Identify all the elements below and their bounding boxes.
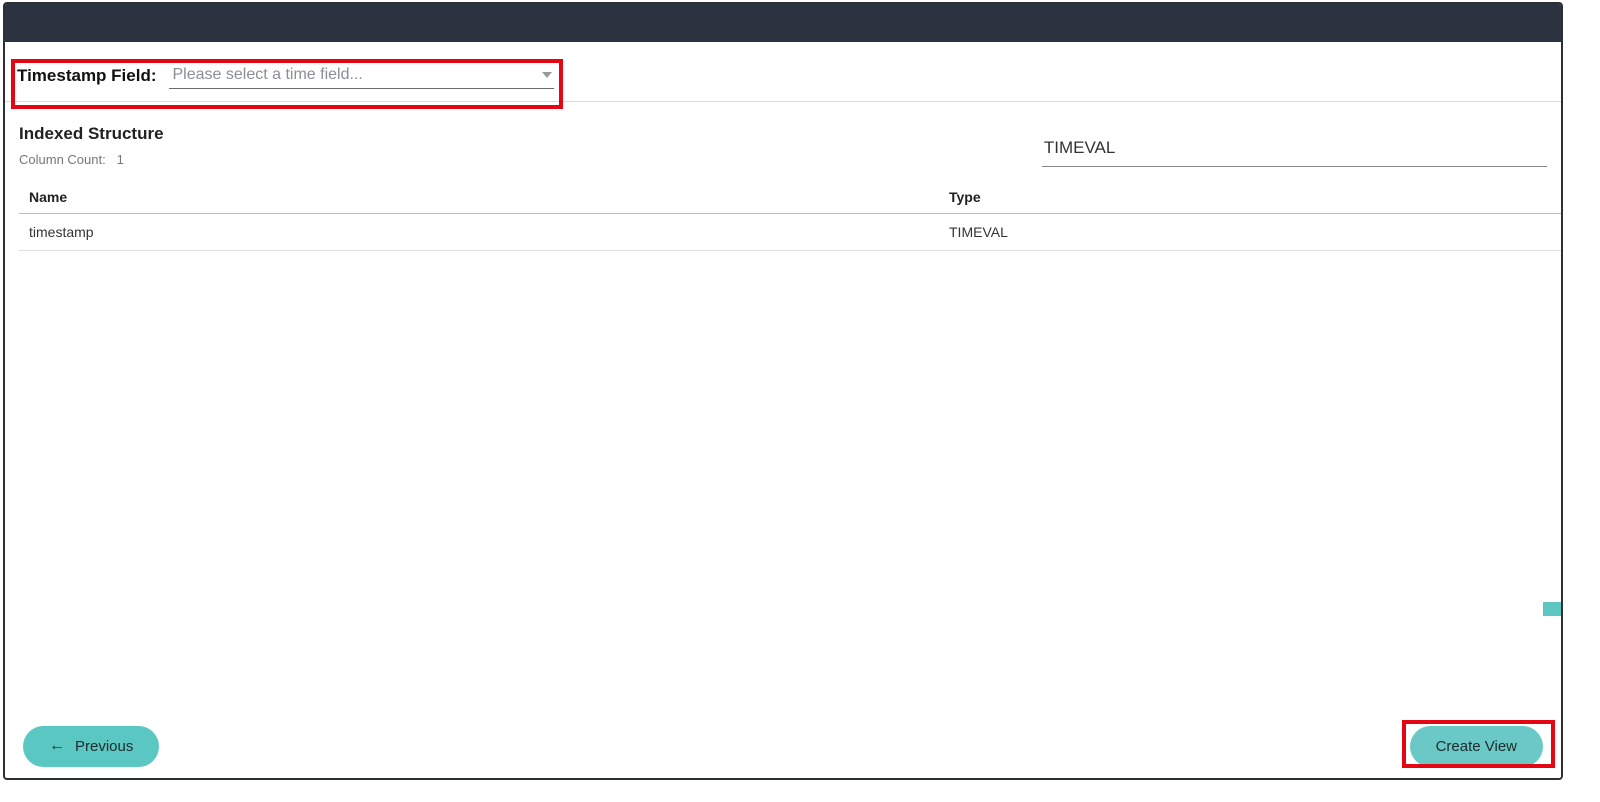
table-cell-name: timestamp [29,224,949,240]
dialog-topbar [5,4,1561,42]
right-pane: TIMEVAL [1042,124,1547,251]
dialog-frame: Timestamp Field: Please select a time fi… [3,2,1563,780]
timestamp-field-row: Timestamp Field: Please select a time fi… [5,42,1561,102]
column-count: Column Count: 1 [19,152,1018,167]
previous-button[interactable]: ← Previous [23,726,159,767]
left-pane: Indexed Structure Column Count: 1 Name T… [19,124,1018,251]
column-count-label: Column Count: [19,152,106,167]
arrow-left-icon: ← [49,738,65,754]
indexed-structure-title: Indexed Structure [19,124,1018,144]
timestamp-field-label: Timestamp Field: [17,66,157,86]
timestamp-field-select[interactable]: Please select a time field... [169,62,554,89]
chevron-down-icon [542,72,552,78]
scroll-indicator [1543,602,1561,616]
content-area: Indexed Structure Column Count: 1 Name T… [5,102,1561,251]
create-view-button-label: Create View [1436,738,1517,755]
column-count-value: 1 [117,152,124,167]
timestamp-field-placeholder: Please select a time field... [173,66,363,83]
previous-button-label: Previous [75,738,133,755]
create-view-button[interactable]: Create View [1410,726,1543,767]
right-value-display: TIMEVAL [1042,138,1547,167]
table-header-name: Name [29,189,949,205]
dialog-footer: ← Previous Create View [5,714,1561,778]
